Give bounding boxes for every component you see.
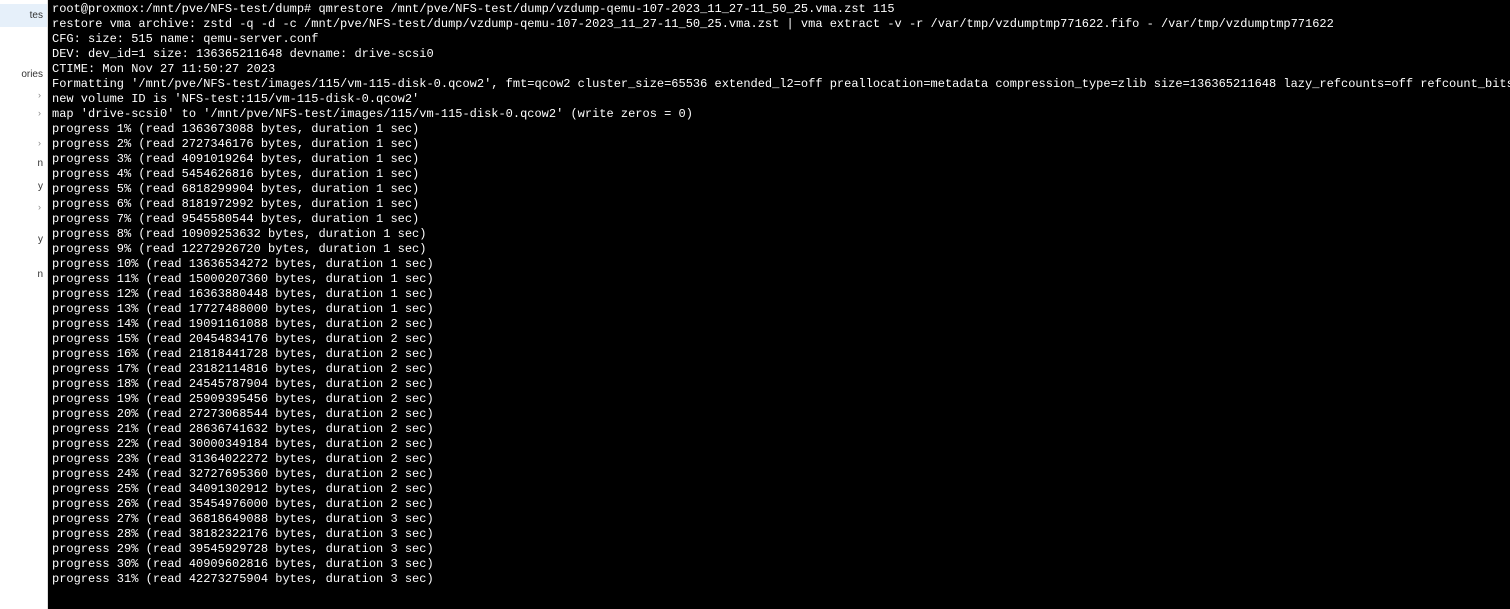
terminal-progress-line: progress 7% (read 9545580544 bytes, dura… (52, 212, 1506, 227)
sidebar-chevron[interactable]: › (0, 104, 47, 122)
terminal-progress-line: progress 3% (read 4091019264 bytes, dura… (52, 152, 1506, 167)
terminal-progress-line: progress 20% (read 27273068544 bytes, du… (52, 407, 1506, 422)
terminal-progress-line: progress 30% (read 40909602816 bytes, du… (52, 557, 1506, 572)
sidebar-item[interactable]: n (0, 152, 47, 175)
terminal-progress-line: progress 29% (read 39545929728 bytes, du… (52, 542, 1506, 557)
sidebar-item[interactable]: ories (0, 63, 47, 86)
sidebar-item[interactable] (0, 27, 47, 39)
terminal-progress-line: progress 31% (read 42273275904 bytes, du… (52, 572, 1506, 587)
sidebar: tesories›››ny›yn (0, 0, 48, 609)
terminal-progress-line: progress 19% (read 25909395456 bytes, du… (52, 392, 1506, 407)
terminal-progress-line: progress 8% (read 10909253632 bytes, dur… (52, 227, 1506, 242)
sidebar-chevron[interactable]: › (0, 86, 47, 104)
terminal-progress-line: progress 18% (read 24545787904 bytes, du… (52, 377, 1506, 392)
terminal-progress-line: progress 12% (read 16363880448 bytes, du… (52, 287, 1506, 302)
terminal-progress-line: progress 26% (read 35454976000 bytes, du… (52, 497, 1506, 512)
terminal-progress-line: progress 16% (read 21818441728 bytes, du… (52, 347, 1506, 362)
terminal-header-line: map 'drive-scsi0' to '/mnt/pve/NFS-test/… (52, 107, 1506, 122)
terminal-progress-line: progress 5% (read 6818299904 bytes, dura… (52, 182, 1506, 197)
terminal-progress-line: progress 10% (read 13636534272 bytes, du… (52, 257, 1506, 272)
terminal-progress-line: progress 27% (read 36818649088 bytes, du… (52, 512, 1506, 527)
terminal-header-line: DEV: dev_id=1 size: 136365211648 devname… (52, 47, 1506, 62)
sidebar-item[interactable] (0, 216, 47, 228)
terminal-progress-line: progress 4% (read 5454626816 bytes, dura… (52, 167, 1506, 182)
terminal-header-line: CTIME: Mon Nov 27 11:50:27 2023 (52, 62, 1506, 77)
terminal-progress-line: progress 25% (read 34091302912 bytes, du… (52, 482, 1506, 497)
sidebar-item[interactable] (0, 122, 47, 134)
terminal-progress-line: progress 13% (read 17727488000 bytes, du… (52, 302, 1506, 317)
terminal-header-line: restore vma archive: zstd -q -d -c /mnt/… (52, 17, 1506, 32)
sidebar-item[interactable] (0, 51, 47, 63)
terminal-progress-line: progress 6% (read 8181972992 bytes, dura… (52, 197, 1506, 212)
terminal-header-line: CFG: size: 515 name: qemu-server.conf (52, 32, 1506, 47)
sidebar-item[interactable] (0, 39, 47, 51)
terminal-progress-line: progress 21% (read 28636741632 bytes, du… (52, 422, 1506, 437)
sidebar-chevron[interactable]: › (0, 134, 47, 152)
terminal-progress-line: progress 24% (read 32727695360 bytes, du… (52, 467, 1506, 482)
sidebar-item[interactable] (0, 251, 47, 263)
terminal-progress-line: progress 11% (read 15000207360 bytes, du… (52, 272, 1506, 287)
sidebar-item[interactable]: tes (0, 4, 47, 27)
terminal-progress-line: progress 15% (read 20454834176 bytes, du… (52, 332, 1506, 347)
terminal-progress-line: progress 28% (read 38182322176 bytes, du… (52, 527, 1506, 542)
sidebar-item[interactable]: y (0, 175, 47, 198)
terminal-progress-line: progress 14% (read 19091161088 bytes, du… (52, 317, 1506, 332)
terminal-progress-line: progress 22% (read 30000349184 bytes, du… (52, 437, 1506, 452)
terminal-command-line: root@proxmox:/mnt/pve/NFS-test/dump# qmr… (52, 2, 1506, 17)
terminal-output[interactable]: root@proxmox:/mnt/pve/NFS-test/dump# qmr… (48, 0, 1510, 609)
terminal-progress-line: progress 9% (read 12272926720 bytes, dur… (52, 242, 1506, 257)
terminal-progress-line: progress 2% (read 2727346176 bytes, dura… (52, 137, 1506, 152)
terminal-progress-line: progress 23% (read 31364022272 bytes, du… (52, 452, 1506, 467)
terminal-progress-line: progress 1% (read 1363673088 bytes, dura… (52, 122, 1506, 137)
terminal-progress-line: progress 17% (read 23182114816 bytes, du… (52, 362, 1506, 377)
terminal-header-line: new volume ID is 'NFS-test:115/vm-115-di… (52, 92, 1506, 107)
sidebar-item[interactable]: y (0, 228, 47, 251)
sidebar-chevron[interactable]: › (0, 198, 47, 216)
sidebar-item[interactable]: n (0, 263, 47, 286)
terminal-header-line: Formatting '/mnt/pve/NFS-test/images/115… (52, 77, 1506, 92)
